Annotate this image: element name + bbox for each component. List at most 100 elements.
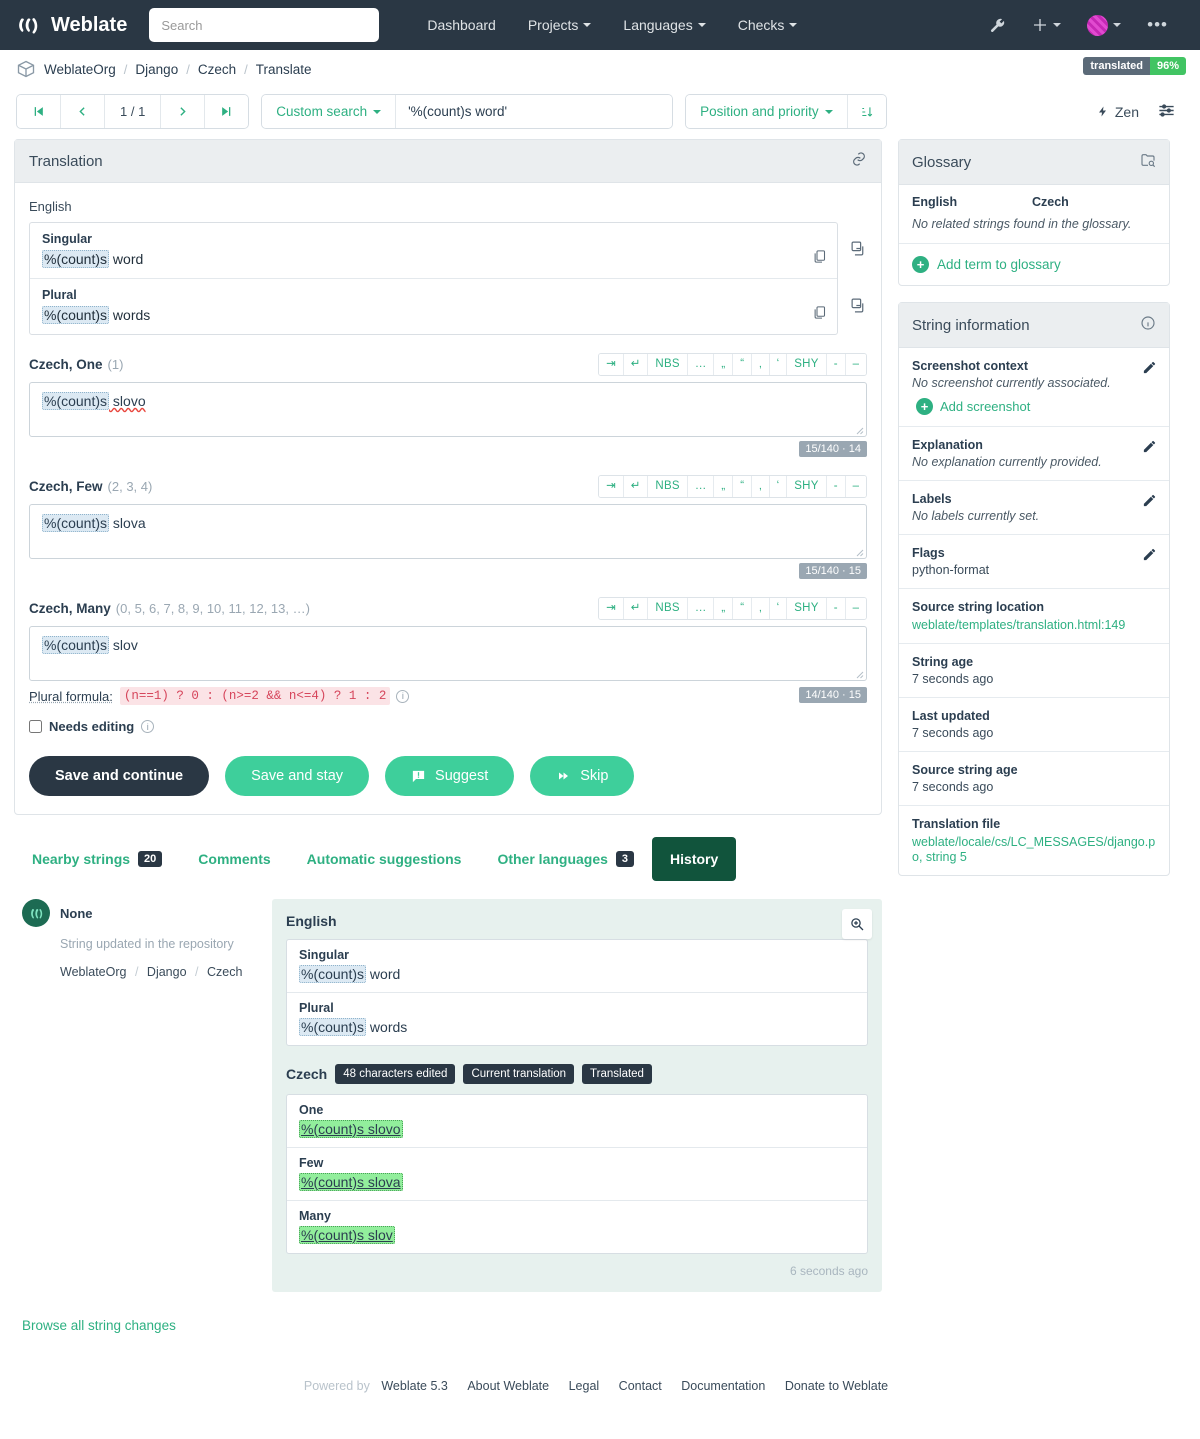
tab-history[interactable]: History [652, 837, 737, 881]
insert-newline-button[interactable]: ↵ [623, 354, 649, 375]
insert-single-quote-low-button[interactable]: ‚ [752, 354, 770, 375]
tools-menu-button[interactable] [979, 11, 1016, 40]
footer-link-legal[interactable]: Legal [569, 1379, 600, 1393]
nav-item-dashboard[interactable]: Dashboard [411, 9, 512, 41]
insert-newline-button[interactable]: ↵ [623, 476, 649, 497]
resize-handle[interactable] [854, 425, 864, 435]
nav-item-checks[interactable]: Checks [722, 9, 814, 41]
sort-mode-dropdown[interactable]: Position and priority [686, 95, 848, 128]
search-mode-dropdown[interactable]: Custom search [262, 95, 397, 128]
nav-item-projects[interactable]: Projects [512, 9, 608, 41]
insert-nbsp-button[interactable]: NBS [648, 354, 688, 375]
zen-mode-link[interactable]: Zen [1097, 104, 1139, 120]
needs-editing-checkbox[interactable] [29, 720, 42, 733]
insert-ellipsis-button[interactable]: … [687, 598, 715, 619]
insert-hyphen-button[interactable]: - [826, 598, 846, 619]
history-breadcrumb-component[interactable]: Django [147, 965, 187, 979]
translation-file-link[interactable]: weblate/locale/cs/LC_MESSAGES/django.po,… [912, 835, 1155, 864]
translation-input-many[interactable]: %(count)s slov [29, 626, 867, 681]
string-information-help-button[interactable] [1140, 315, 1156, 335]
edit-screenshot-context-button[interactable] [1142, 360, 1157, 378]
copy-source-button[interactable] [812, 305, 827, 323]
footer-link-donate[interactable]: Donate to Weblate [785, 1379, 888, 1393]
search-query-input[interactable]: '%(count)s word' [396, 95, 673, 128]
insert-quote-low-button[interactable]: „ [714, 354, 734, 375]
insert-quote-low-button[interactable]: „ [714, 476, 734, 497]
insert-nbsp-button[interactable]: NBS [648, 598, 688, 619]
magnifier-plus-icon-button[interactable] [842, 909, 872, 939]
insert-shy-button[interactable]: SHY [787, 476, 827, 497]
add-screenshot-button[interactable]: + Add screenshot [916, 398, 1156, 415]
insert-hyphen-button[interactable]: - [826, 354, 846, 375]
insert-quote-high-button[interactable]: “ [733, 354, 753, 375]
weblate-logo-home-link[interactable]: Weblate [16, 12, 127, 38]
browse-all-changes-link[interactable]: Browse all string changes [22, 1318, 882, 1333]
translation-input-few[interactable]: %(count)s slova [29, 504, 867, 559]
tab-automatic-suggestions[interactable]: Automatic suggestions [289, 837, 480, 881]
tab-nearby-strings[interactable]: Nearby strings 20 [14, 837, 180, 881]
insert-quote-low-button[interactable]: „ [714, 598, 734, 619]
insert-single-quote-high-button[interactable]: ‘ [769, 476, 788, 497]
breadcrumb-item-project[interactable]: WeblateOrg [44, 62, 116, 77]
insert-dash-button[interactable]: – [845, 476, 866, 497]
skip-button[interactable]: Skip [530, 756, 635, 796]
insert-shy-button[interactable]: SHY [787, 598, 827, 619]
add-term-to-glossary-button[interactable]: + Add term to glossary [899, 244, 1169, 285]
insert-tab-button[interactable]: ⇥ [599, 598, 624, 619]
insert-quote-high-button[interactable]: “ [733, 598, 753, 619]
tab-comments[interactable]: Comments [180, 837, 288, 881]
insert-single-quote-low-button[interactable]: ‚ [752, 598, 770, 619]
info-icon[interactable]: i [396, 689, 410, 703]
previous-string-button[interactable] [61, 95, 105, 128]
tab-other-languages[interactable]: Other languages 3 [479, 837, 652, 881]
edit-labels-button[interactable] [1142, 493, 1157, 511]
source-string-location-link[interactable]: weblate/templates/translation.html:149 [912, 618, 1125, 632]
insert-hyphen-button[interactable]: - [826, 476, 846, 497]
save-and-stay-button[interactable]: Save and stay [225, 756, 370, 796]
save-and-continue-button[interactable]: Save and continue [29, 756, 210, 796]
insert-dash-button[interactable]: – [845, 354, 866, 375]
breadcrumb-item-component[interactable]: Django [135, 62, 178, 77]
more-menu-button[interactable]: ••• [1137, 9, 1178, 41]
resize-handle[interactable] [854, 547, 864, 557]
resize-handle[interactable] [854, 669, 864, 679]
insert-tab-button[interactable]: ⇥ [599, 476, 624, 497]
insert-ellipsis-button[interactable]: … [687, 354, 715, 375]
first-string-button[interactable] [17, 95, 61, 128]
insert-nbsp-button[interactable]: NBS [648, 476, 688, 497]
copy-source-button[interactable] [812, 249, 827, 267]
translation-input-one[interactable]: %(count)s slovo [29, 382, 867, 437]
add-menu-button[interactable] [1022, 11, 1071, 39]
footer-link-about[interactable]: About Weblate [467, 1379, 549, 1393]
history-breadcrumb-language[interactable]: Czech [207, 965, 242, 979]
user-menu-button[interactable] [1077, 9, 1131, 42]
nav-item-languages[interactable]: Languages [607, 9, 721, 41]
global-search-input[interactable]: Search [149, 8, 380, 42]
insert-single-quote-high-button[interactable]: ‘ [769, 354, 788, 375]
breadcrumb-item-language[interactable]: Czech [198, 62, 236, 77]
history-breadcrumb-project[interactable]: WeblateOrg [60, 965, 126, 979]
footer-link-contact[interactable]: Contact [619, 1379, 662, 1393]
last-string-button[interactable] [205, 95, 249, 128]
insert-shy-button[interactable]: SHY [787, 354, 827, 375]
insert-newline-button[interactable]: ↵ [623, 598, 649, 619]
next-string-button[interactable] [161, 95, 206, 128]
info-icon[interactable]: i [141, 720, 155, 733]
sort-direction-button[interactable] [847, 95, 886, 128]
suggest-button[interactable]: Suggest [385, 756, 515, 796]
insert-dash-button[interactable]: – [845, 598, 866, 619]
footer-link-documentation[interactable]: Documentation [681, 1379, 765, 1393]
clone-to-translation-button[interactable] [850, 240, 867, 260]
permalink-button[interactable] [851, 151, 867, 171]
insert-quote-high-button[interactable]: “ [733, 476, 753, 497]
glossary-search-button[interactable] [1140, 152, 1156, 172]
insert-single-quote-low-button[interactable]: ‚ [752, 476, 770, 497]
edit-explanation-button[interactable] [1142, 439, 1157, 457]
edit-flags-button[interactable] [1142, 547, 1157, 565]
insert-single-quote-high-button[interactable]: ‘ [769, 598, 788, 619]
display-settings-button[interactable] [1157, 101, 1176, 123]
insert-tab-button[interactable]: ⇥ [599, 354, 624, 375]
weblate-version-link[interactable]: Weblate 5.3 [381, 1379, 447, 1393]
insert-ellipsis-button[interactable]: … [687, 476, 715, 497]
clone-to-translation-button[interactable] [850, 297, 867, 317]
